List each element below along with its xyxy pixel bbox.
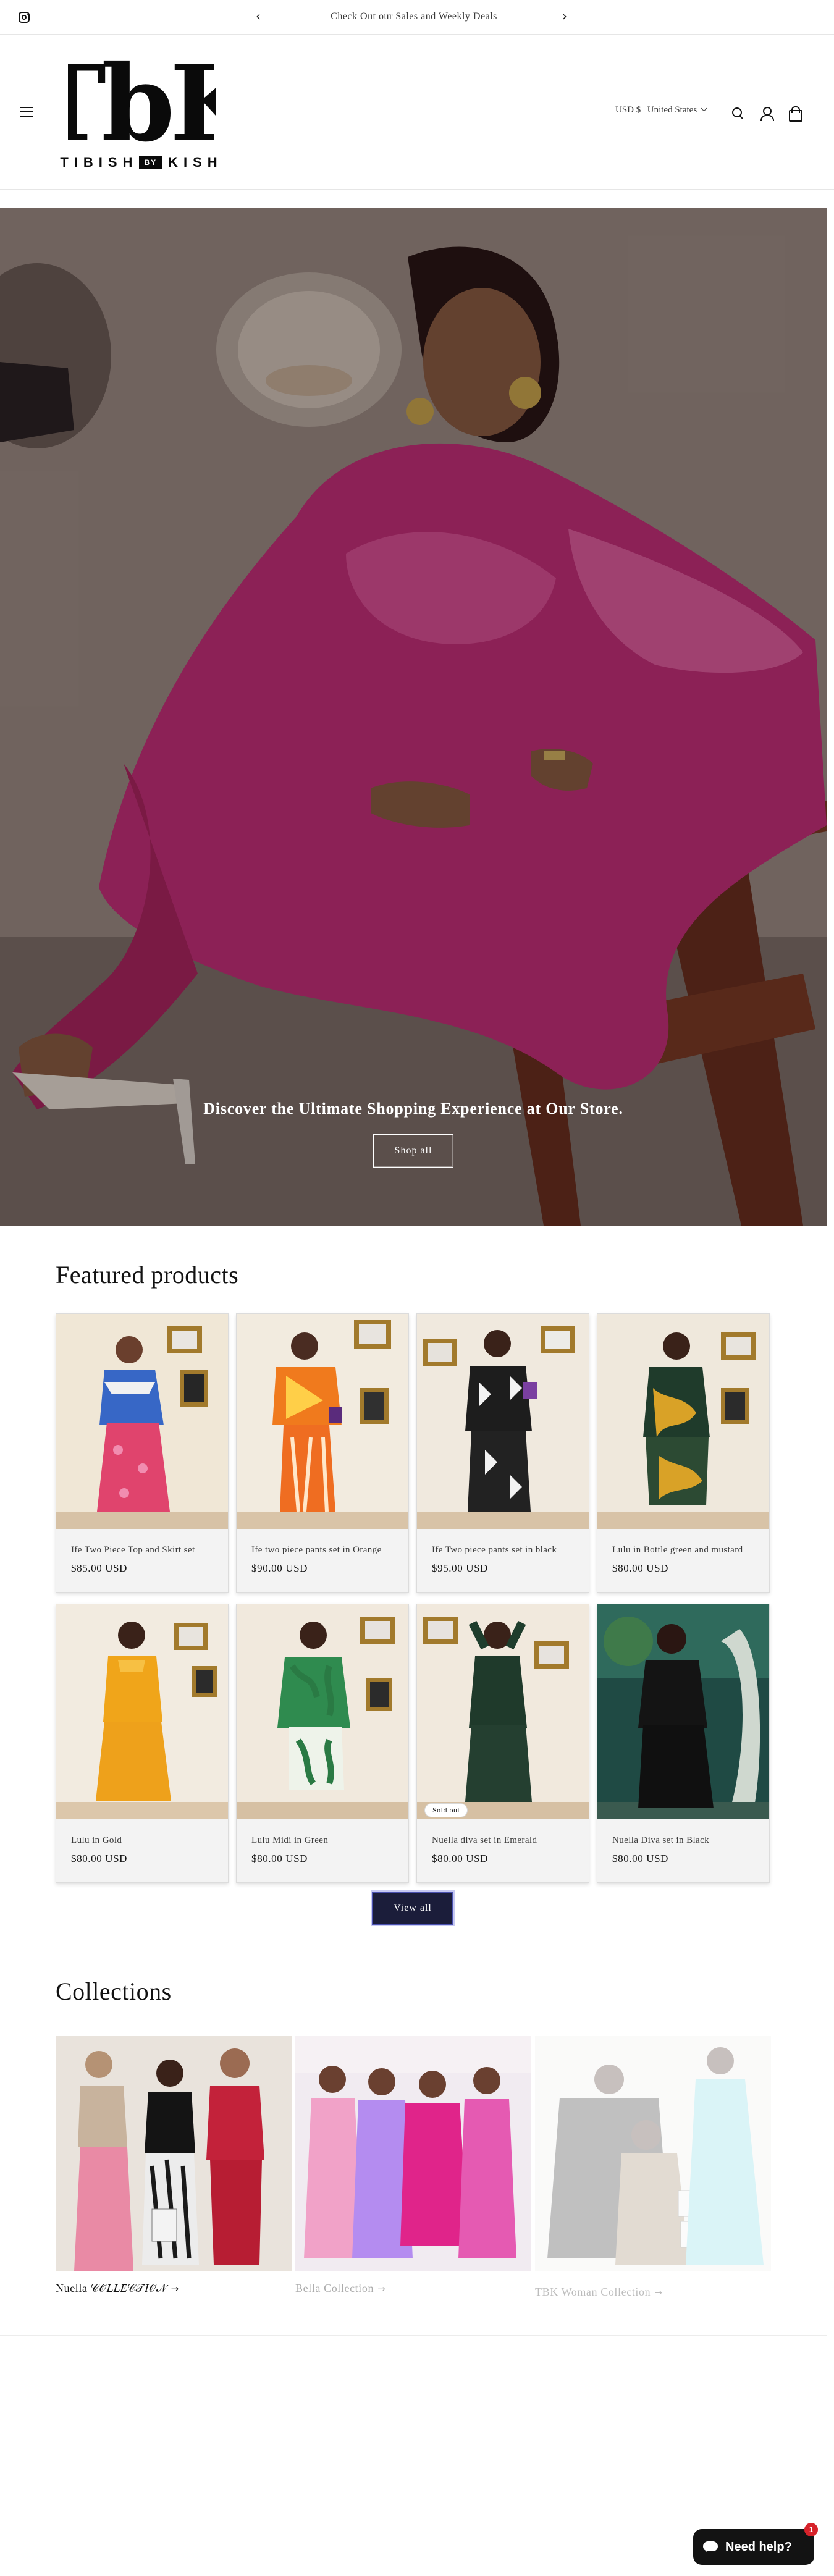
sold-out-badge: Sold out [424, 1803, 468, 1817]
collection-card-bella[interactable] [295, 2036, 531, 2271]
product-image [597, 1314, 769, 1529]
product-title: Lulu in Gold [71, 1835, 122, 1845]
menu-icon[interactable] [20, 107, 33, 117]
account-icon[interactable] [759, 106, 774, 121]
cart-icon[interactable] [787, 106, 802, 122]
hero-banner: Discover the Ultimate Shopping Experienc… [0, 208, 827, 1226]
product-card[interactable]: Nuella Diva set in Black $80.00 USD [597, 1604, 770, 1883]
product-card[interactable]: Lulu in Bottle green and mustard $80.00 … [597, 1313, 770, 1593]
site-logo[interactable]: TbK TIBISH BY KISH [46, 48, 237, 177]
collection-label-text: Bella Collection [295, 2282, 374, 2294]
product-photo [417, 1604, 589, 1819]
product-image [417, 1604, 589, 1819]
featured-title: Featured products [56, 1261, 239, 1289]
collection-image [56, 2036, 292, 2271]
product-photo [597, 1314, 769, 1529]
hero-overlay [0, 208, 827, 1226]
product-card[interactable]: Sold out Nuella diva set in Emerald $80.… [416, 1604, 589, 1883]
product-price: $90.00 USD [251, 1562, 308, 1574]
chat-help-button[interactable]: Need help? 1 [693, 2523, 818, 2565]
product-title: Ife two piece pants set in Orange [251, 1545, 382, 1555]
logo-wordmark: TIBISH BY KISH [46, 154, 237, 171]
collection-label-nuella[interactable]: Nuella 𝒞𝒪𝐿𝐿𝐸𝒞𝒯𝐼𝒪𝒩 → [56, 2282, 179, 2295]
product-price: $80.00 USD [612, 1562, 669, 1574]
product-title: Nuella diva set in Emerald [432, 1835, 537, 1845]
instagram-icon[interactable] [19, 12, 30, 23]
product-photo [56, 1604, 228, 1819]
arrow-right-icon: → [654, 2287, 663, 2298]
logo-monogram: TbK [68, 48, 216, 146]
chat-label: Need help? [725, 2540, 792, 2554]
product-title: Ife Two piece pants set in black [432, 1545, 557, 1555]
chat-unread-badge: 1 [804, 2523, 818, 2536]
product-title: Nuella Diva set in Black [612, 1835, 710, 1845]
search-icon[interactable] [730, 106, 745, 120]
chat-bubble-icon [703, 2540, 719, 2554]
product-price: $80.00 USD [71, 1853, 128, 1864]
product-card[interactable]: Ife Two Piece Top and Skirt set $85.00 U… [56, 1313, 229, 1593]
product-image [417, 1314, 589, 1529]
product-photo [417, 1314, 589, 1529]
collection-image [535, 2036, 771, 2271]
view-all-button[interactable]: View all [372, 1892, 453, 1925]
arrow-right-icon: → [377, 2283, 386, 2294]
announcement-bar: ‹ Check Out our Sales and Weekly Deals › [0, 0, 834, 35]
product-image [237, 1314, 408, 1529]
currency-selector[interactable]: USD $ | United States [615, 105, 707, 116]
product-image [56, 1604, 228, 1819]
product-image [597, 1604, 769, 1819]
announcement-prev-button[interactable]: ‹ [256, 9, 261, 23]
announcement-message[interactable]: Check Out our Sales and Weekly Deals [272, 11, 556, 22]
collection-label-tbk-woman[interactable]: TBK Woman Collection → [535, 2286, 662, 2299]
product-image [237, 1604, 408, 1819]
product-card[interactable]: Lulu in Gold $80.00 USD [56, 1604, 229, 1883]
logo-brand-left: TIBISH [60, 154, 138, 170]
product-photo [597, 1604, 769, 1819]
product-card[interactable]: Ife Two piece pants set in black $95.00 … [416, 1313, 589, 1593]
collection-label-bella[interactable]: Bella Collection → [295, 2282, 385, 2295]
product-card[interactable]: Lulu Midi in Green $80.00 USD [236, 1604, 409, 1883]
collection-image [295, 2036, 531, 2271]
arrow-right-icon: → [171, 2283, 179, 2294]
chevron-down-icon [701, 105, 707, 112]
product-photo [237, 1314, 408, 1529]
collection-card-tbk-woman[interactable] [535, 2036, 771, 2271]
currency-label: USD $ | United States [615, 105, 697, 115]
product-price: $80.00 USD [612, 1853, 669, 1864]
site-header: TbK TIBISH BY KISH USD $ | United States [0, 35, 834, 190]
product-price: $80.00 USD [432, 1853, 489, 1864]
logo-monogram-text: TbK [68, 48, 216, 146]
collections-title: Collections [56, 1977, 172, 2005]
product-title: Lulu Midi in Green [251, 1835, 329, 1845]
announcement-next-button[interactable]: › [562, 9, 567, 23]
product-photo [237, 1604, 408, 1819]
collection-label-text: Nuella 𝒞𝒪𝐿𝐿𝐸𝒞𝒯𝐼𝒪𝒩 [56, 2282, 167, 2294]
collection-label-text: TBK Woman Collection [535, 2286, 651, 2298]
product-photo [56, 1314, 228, 1529]
product-price: $95.00 USD [432, 1562, 489, 1574]
section-divider [0, 2335, 827, 2336]
product-price: $85.00 USD [71, 1562, 128, 1574]
logo-brand-by: BY [139, 156, 162, 169]
shop-all-button[interactable]: Shop all [373, 1134, 453, 1168]
product-title: Lulu in Bottle green and mustard [612, 1545, 743, 1555]
product-card[interactable]: Ife two piece pants set in Orange $90.00… [236, 1313, 409, 1593]
collection-card-nuella[interactable] [56, 2036, 292, 2271]
product-title: Ife Two Piece Top and Skirt set [71, 1545, 195, 1555]
logo-brand-right: KISH [168, 154, 223, 170]
product-price: $80.00 USD [251, 1853, 308, 1864]
product-image [56, 1314, 228, 1529]
hero-heading: Discover the Ultimate Shopping Experienc… [203, 1100, 623, 1118]
